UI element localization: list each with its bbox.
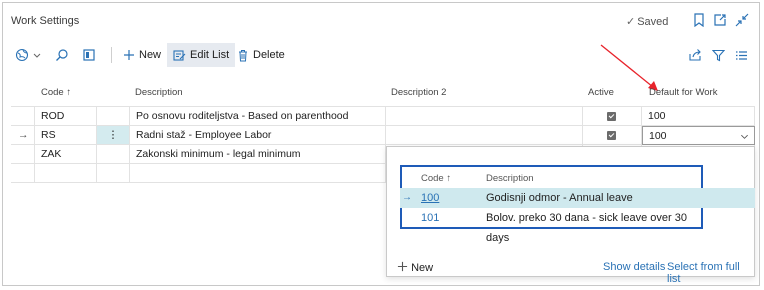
sort-ascending-icon: ↑ <box>66 87 72 98</box>
lookup-col-header-code[interactable]: Code ↑ <box>421 173 451 184</box>
toolbar-divider <box>111 47 112 63</box>
delete-button-label: Delete <box>253 49 285 61</box>
active-cell[interactable] <box>583 107 642 126</box>
row-actions-menu-icon[interactable]: ⋮ <box>97 126 130 145</box>
saved-label: Saved <box>637 16 669 28</box>
current-row-arrow-icon: → <box>402 192 412 203</box>
lookup-col-header-description[interactable]: Description <box>486 173 534 184</box>
lookup-highlight-box: Code ↑ Description → 100 Godisnji odmor … <box>400 165 755 244</box>
lookup-new-button[interactable]: New <box>397 261 433 274</box>
code-cell[interactable]: RS <box>35 126 97 145</box>
row-indicator <box>11 107 35 126</box>
sort-ascending-icon: ↑ <box>446 173 452 184</box>
lookup-row[interactable]: 101 Bolov. preko 30 dana - sick leave ov… <box>402 208 701 244</box>
active-checkbox[interactable] <box>607 112 616 121</box>
row-menu-cell <box>97 107 130 126</box>
description-cell[interactable]: Zakonski minimum - legal minimum <box>130 145 386 164</box>
new-button[interactable]: New <box>123 43 161 67</box>
col-header-default-for-work[interactable]: Default for Work <box>649 87 717 98</box>
lookup-row-selected[interactable]: → 100 Godisnji odmor - Annual leave <box>400 188 755 208</box>
show-details-link[interactable]: Show details <box>603 261 665 273</box>
row-indicator <box>11 145 35 164</box>
page-title: Work Settings <box>11 15 80 27</box>
description-cell[interactable] <box>130 164 386 183</box>
lookup-code-link[interactable]: 100 <box>421 188 439 208</box>
row-menu-cell <box>97 145 130 164</box>
description-cell[interactable]: Radni staž - Employee Labor <box>130 126 386 145</box>
work-settings-window: Work Settings ✓ Saved New Edit List Dele… <box>2 2 760 286</box>
lookup-description: Bolov. preko 30 dana - sick leave over 3… <box>486 212 687 244</box>
bookmark-icon[interactable] <box>692 13 706 27</box>
description-2-cell[interactable] <box>386 107 583 126</box>
code-cell[interactable] <box>35 164 97 183</box>
check-icon: ✓ <box>626 16 636 28</box>
chevron-down-icon <box>33 53 41 58</box>
chevron-down-icon <box>741 134 748 139</box>
table-row[interactable]: → RS ⋮ Radni staž - Employee Labor 100 <box>11 126 755 145</box>
code-cell[interactable]: ZAK <box>35 145 97 164</box>
plus-icon <box>124 50 134 60</box>
code-cell[interactable]: ROD <box>35 107 97 126</box>
lookup-dropdown: Code ↑ Description → 100 Godisnji odmor … <box>386 146 755 285</box>
edit-list-button[interactable]: Edit List <box>167 43 236 67</box>
current-row-arrow-icon: → <box>11 126 35 145</box>
row-menu-cell <box>97 164 130 183</box>
list-view-icon[interactable] <box>735 43 748 67</box>
delete-button[interactable]: Delete <box>237 43 285 67</box>
lookup-code[interactable]: 101 <box>421 208 439 228</box>
trash-icon <box>239 49 247 61</box>
col-header-description-2[interactable]: Description 2 <box>391 87 446 98</box>
new-button-label: New <box>139 49 162 61</box>
globe-icon <box>15 48 29 62</box>
default-for-work-cell[interactable]: 100 <box>642 107 755 126</box>
layout-toggle-icon[interactable] <box>82 43 96 67</box>
col-header-code[interactable]: Code ↑ <box>41 87 71 98</box>
description-cell[interactable]: Po osnovu roditeljstva - Based on parent… <box>130 107 386 126</box>
plus-icon <box>397 261 408 272</box>
active-checkbox[interactable] <box>607 131 616 140</box>
collapse-icon[interactable] <box>735 13 749 27</box>
row-indicator <box>11 164 35 183</box>
filter-icon[interactable] <box>712 43 725 67</box>
select-from-full-list-link[interactable]: Select from full list <box>667 261 754 285</box>
default-for-work-dropdown[interactable]: 100 <box>642 126 755 145</box>
col-header-description[interactable]: Description <box>135 87 183 98</box>
col-header-active[interactable]: Active <box>588 87 614 98</box>
edit-list-icon <box>173 49 186 61</box>
saved-status: ✓ Saved <box>626 15 668 28</box>
data-view-menu[interactable] <box>15 43 42 67</box>
title-bar: Work Settings ✓ Saved <box>3 3 759 37</box>
open-new-window-icon[interactable] <box>713 13 727 27</box>
default-for-work-value: 100 <box>649 130 667 142</box>
description-2-cell[interactable] <box>386 126 583 145</box>
active-cell[interactable] <box>583 126 642 145</box>
lookup-new-label: New <box>411 262 434 274</box>
lookup-description: Godisnji odmor - Annual leave <box>486 192 633 204</box>
search-icon[interactable] <box>55 43 69 67</box>
table-row[interactable]: ROD Po osnovu roditeljstva - Based on pa… <box>11 107 755 126</box>
share-icon[interactable] <box>688 43 702 67</box>
edit-list-label: Edit List <box>190 49 230 61</box>
